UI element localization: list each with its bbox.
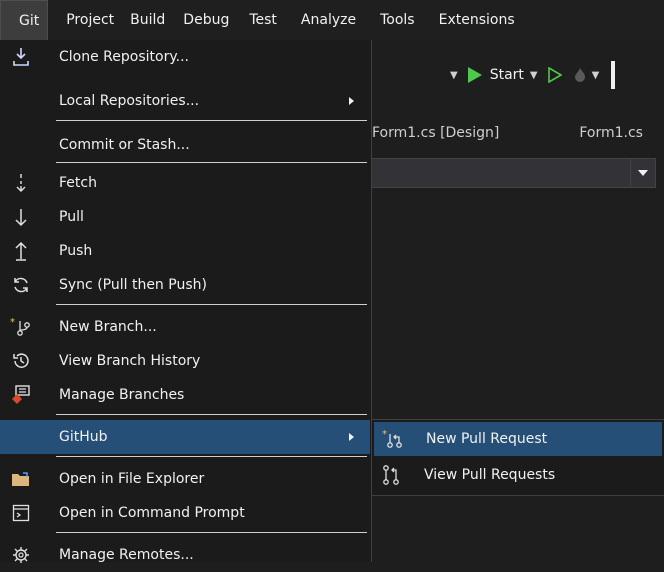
menu-item-label: Commit or Stash...: [59, 137, 190, 153]
menu-extensions[interactable]: Extensions: [425, 0, 525, 40]
pull-arrow-icon: [10, 206, 32, 228]
menu-item-new-branch[interactable]: * New Branch...: [0, 310, 370, 344]
menu-item-label: Fetch: [59, 175, 97, 191]
download-icon: [10, 46, 32, 68]
menu-item-label: GitHub: [59, 429, 108, 445]
flame-icon: [574, 68, 585, 82]
menu-item-label: View Branch History: [59, 353, 201, 369]
submenu-item-label: View Pull Requests: [424, 467, 556, 483]
members-combobox[interactable]: [370, 158, 656, 188]
menu-separator: [56, 162, 367, 163]
start-without-debugging-button[interactable]: [547, 67, 562, 83]
menu-separator: [56, 120, 367, 121]
menu-item-local-repositories[interactable]: Local Repositories...: [0, 84, 370, 118]
terminal-icon: [10, 502, 32, 524]
play-icon: [467, 67, 482, 83]
submenu-item-view-pull-requests[interactable]: View Pull Requests: [372, 458, 664, 492]
menu-item-label: Local Repositories...: [59, 93, 200, 109]
toolbar-separator: [611, 61, 616, 89]
menu-item-label: Manage Branches: [59, 387, 185, 403]
menu-item-fetch[interactable]: Fetch: [0, 166, 370, 200]
hot-reload-dropdown-icon[interactable]: ▼: [592, 70, 600, 81]
sync-icon: [10, 274, 32, 296]
menu-git[interactable]: Git: [0, 0, 49, 40]
menu-item-label: Clone Repository...: [59, 49, 189, 65]
menu-item-label: New Branch...: [59, 319, 157, 335]
menu-separator: [56, 304, 367, 305]
menu-item-label: Pull: [59, 209, 84, 225]
history-icon: [10, 350, 32, 372]
menu-item-label: Sync (Pull then Push): [59, 277, 207, 293]
menu-item-label: Open in File Explorer: [59, 471, 205, 487]
start-label: Start: [489, 67, 524, 83]
menu-item-pull[interactable]: Pull: [0, 200, 370, 234]
new-branch-icon: *: [10, 316, 32, 338]
github-submenu: * New Pull Request View Pull Requests: [371, 419, 664, 496]
chevron-down-icon: [638, 170, 648, 176]
menu-item-github[interactable]: GitHub: [0, 420, 370, 454]
combobox-arrow[interactable]: [630, 159, 655, 187]
menu-item-label: Open in Command Prompt: [59, 505, 245, 521]
menu-build[interactable]: Build: [124, 0, 175, 40]
menu-item-label: Push: [59, 243, 93, 259]
document-tabs: Form1.cs [Design] Form1.cs: [370, 118, 664, 148]
folder-icon: [10, 468, 32, 490]
menu-item-push[interactable]: Push: [0, 234, 370, 268]
manage-branches-icon: [10, 384, 32, 406]
push-arrow-icon: [10, 240, 32, 262]
menu-separator: [56, 456, 367, 457]
git-menu: Clone Repository... Local Repositories..…: [0, 40, 372, 563]
start-button[interactable]: Start ▼: [467, 67, 538, 83]
tab-form1-design[interactable]: Form1.cs [Design]: [370, 125, 499, 141]
submenu-arrow-icon: [349, 433, 354, 441]
menu-item-manage-branches[interactable]: Manage Branches: [0, 378, 370, 412]
menu-test[interactable]: Test: [239, 0, 287, 40]
menu-analyze[interactable]: Analyze: [287, 0, 366, 40]
dropdown-caret-icon[interactable]: ▼: [450, 70, 458, 81]
menu-bar: Git Project Build Debug Test Analyze Too…: [0, 0, 664, 40]
menu-debug[interactable]: Debug: [175, 0, 239, 40]
play-outline-icon: [547, 67, 562, 83]
menu-item-view-branch-history[interactable]: View Branch History: [0, 344, 370, 378]
menu-separator: [56, 532, 367, 533]
menu-item-manage-remotes[interactable]: Manage Remotes...: [0, 538, 370, 572]
start-dropdown-icon[interactable]: ▼: [530, 70, 538, 81]
gear-icon: [10, 544, 32, 566]
svg-text:*: *: [382, 429, 387, 440]
svg-text:*: *: [10, 317, 15, 328]
menu-tools[interactable]: Tools: [366, 0, 425, 40]
menu-project[interactable]: Project: [48, 0, 124, 40]
submenu-item-new-pull-request[interactable]: * New Pull Request: [374, 422, 662, 456]
new-pull-request-icon: *: [382, 428, 404, 450]
submenu-arrow-icon: [349, 97, 354, 105]
hot-reload-button[interactable]: ▼: [572, 67, 600, 83]
menu-item-open-in-command-prompt[interactable]: Open in Command Prompt: [0, 496, 370, 530]
pull-request-icon: [380, 464, 402, 486]
menu-item-label: Manage Remotes...: [59, 547, 194, 563]
menu-item-sync[interactable]: Sync (Pull then Push): [0, 268, 370, 302]
fetch-icon: [10, 172, 32, 194]
menu-item-open-in-file-explorer[interactable]: Open in File Explorer: [0, 462, 370, 496]
menu-separator: [56, 414, 367, 415]
toolbar: ▼ Start ▼ ▼: [370, 57, 664, 93]
submenu-item-label: New Pull Request: [426, 431, 548, 447]
menu-item-clone-repository[interactable]: Clone Repository...: [0, 40, 370, 74]
menu-item-commit-or-stash[interactable]: Commit or Stash...: [0, 128, 370, 162]
tab-form1-cs[interactable]: Form1.cs: [577, 125, 643, 141]
